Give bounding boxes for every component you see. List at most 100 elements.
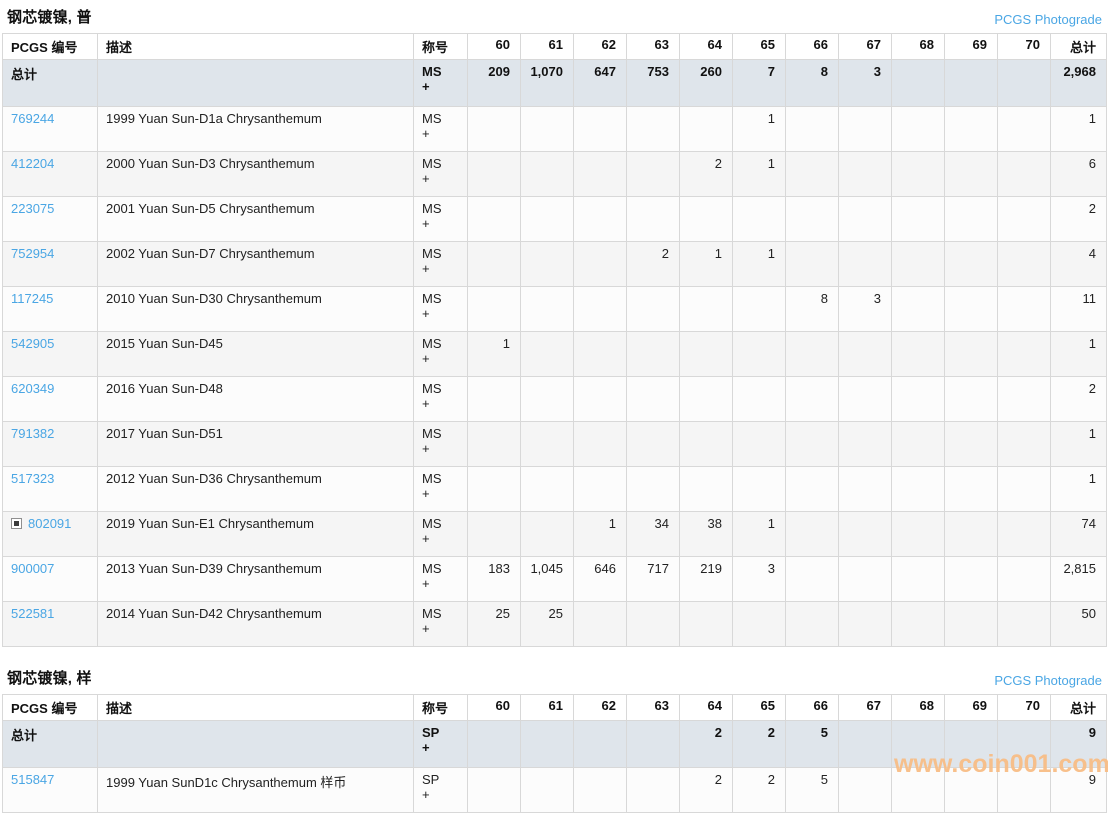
header-grade-68: 68 <box>892 695 945 721</box>
grade-cell-68 <box>892 242 945 287</box>
grade-cell-70 <box>998 242 1051 287</box>
population-table: PCGS 编号描述称号6061626364656667686970总计 总计SP… <box>2 694 1107 813</box>
grade-cell-61 <box>521 377 574 422</box>
grade-cell-70 <box>998 377 1051 422</box>
grade-cell-61 <box>521 107 574 152</box>
designation-cell: MS + <box>414 602 468 647</box>
grade-cell-70 <box>998 557 1051 602</box>
header-grade-69: 69 <box>945 34 998 60</box>
totals-description-cell <box>98 721 414 768</box>
table-row: 5429052015 Yuan Sun-D45MS +11 <box>3 332 1107 377</box>
pcgs-number-link[interactable]: 515847 <box>11 772 54 787</box>
description-cell: 2015 Yuan Sun-D45 <box>98 332 414 377</box>
grade-cell-66 <box>786 377 839 422</box>
designation-cell: MS + <box>414 287 468 332</box>
section-title: 钢芯镀镍, 普 <box>7 6 92 27</box>
grade-cell-70 <box>998 422 1051 467</box>
totals-grade-60 <box>468 721 521 768</box>
grade-cell-66 <box>786 512 839 557</box>
grade-cell-61 <box>521 242 574 287</box>
totals-grade-65: 7 <box>733 60 786 107</box>
pcgs-number-link[interactable]: 117245 <box>11 291 53 306</box>
grade-cell-60 <box>468 377 521 422</box>
grade-cell-64: 1 <box>680 242 733 287</box>
grade-cell-70 <box>998 197 1051 242</box>
grade-cell-63: 2 <box>627 242 680 287</box>
description-cell: 2013 Yuan Sun-D39 Chrysanthemum <box>98 557 414 602</box>
pcgs-number-link[interactable]: 522581 <box>11 606 54 621</box>
designation-cell: MS + <box>414 197 468 242</box>
grade-cell-70 <box>998 107 1051 152</box>
pcgs-number-cell: 620349 <box>3 377 98 422</box>
grade-cell-60 <box>468 287 521 332</box>
header-grade-64: 64 <box>680 34 733 60</box>
grade-cell-68 <box>892 152 945 197</box>
header-total: 总计 <box>1051 34 1107 60</box>
grade-cell-60: 183 <box>468 557 521 602</box>
designation-cell: MS + <box>414 557 468 602</box>
totals-grade-68 <box>892 721 945 768</box>
totals-grade-64: 2 <box>680 721 733 768</box>
header-grade-67: 67 <box>839 695 892 721</box>
photograde-link[interactable]: PCGS Photograde <box>994 673 1102 688</box>
pcgs-number-cell: 752954 <box>3 242 98 287</box>
pcgs-number-cell: 769244 <box>3 107 98 152</box>
grade-cell-69 <box>945 332 998 377</box>
section-header: 钢芯镀镍, 普 PCGS Photograde <box>2 0 1106 33</box>
grade-cell-61 <box>521 422 574 467</box>
grade-cell-60 <box>468 107 521 152</box>
pcgs-number-link[interactable]: 769244 <box>11 111 54 126</box>
section-regular: 钢芯镀镍, 普 PCGS Photograde PCGS 编号描述称号60616… <box>2 0 1106 647</box>
header-designation: 称号 <box>414 695 468 721</box>
totals-designation-cell: SP + <box>414 721 468 768</box>
grade-cell-64: 2 <box>680 152 733 197</box>
totals-row: 总计SP +2259 <box>3 721 1107 768</box>
totals-grade-69 <box>945 721 998 768</box>
pcgs-number-cell: 223075 <box>3 197 98 242</box>
grade-cell-64 <box>680 467 733 512</box>
grade-cell-63 <box>627 422 680 467</box>
expand-icon[interactable] <box>11 518 22 529</box>
grade-cell-67 <box>839 467 892 512</box>
table-row: 4122042000 Yuan Sun-D3 ChrysanthemumMS +… <box>3 152 1107 197</box>
grade-cell-69 <box>945 557 998 602</box>
grade-cell-70 <box>998 287 1051 332</box>
pcgs-number-link[interactable]: 412204 <box>11 156 54 171</box>
pcgs-number-link[interactable]: 620349 <box>11 381 54 396</box>
grade-cell-61 <box>521 197 574 242</box>
grade-cell-70 <box>998 602 1051 647</box>
grade-cell-70 <box>998 512 1051 557</box>
header-grade-61: 61 <box>521 34 574 60</box>
totals-total-cell: 9 <box>1051 721 1107 768</box>
grade-cell-61: 1,045 <box>521 557 574 602</box>
grade-cell-67: 3 <box>839 287 892 332</box>
grade-cell-63 <box>627 602 680 647</box>
grade-cell-64 <box>680 332 733 377</box>
grade-cell-65 <box>733 197 786 242</box>
totals-row: 总计MS +2091,0706477532607832,968 <box>3 60 1107 107</box>
grade-cell-65 <box>733 422 786 467</box>
header-grade-63: 63 <box>627 695 680 721</box>
grade-cell-61 <box>521 768 574 813</box>
grade-cell-69 <box>945 422 998 467</box>
totals-grade-69 <box>945 60 998 107</box>
photograde-link[interactable]: PCGS Photograde <box>994 12 1102 27</box>
totals-grade-66: 8 <box>786 60 839 107</box>
pcgs-number-link[interactable]: 542905 <box>11 336 54 351</box>
pcgs-number-link[interactable]: 791382 <box>11 426 54 441</box>
grade-cell-67 <box>839 512 892 557</box>
grade-cell-68 <box>892 422 945 467</box>
totals-grade-64: 260 <box>680 60 733 107</box>
grade-cell-64: 2 <box>680 768 733 813</box>
pcgs-number-link[interactable]: 752954 <box>11 246 54 261</box>
table-row: 7913822017 Yuan Sun-D51MS +1 <box>3 422 1107 467</box>
pcgs-number-cell: 517323 <box>3 467 98 512</box>
grade-cell-60 <box>468 152 521 197</box>
table-row: 900007 2013 Yuan Sun-D39 ChrysanthemumMS … <box>3 557 1107 602</box>
grade-cell-69 <box>945 512 998 557</box>
pcgs-number-link[interactable]: 900007 <box>11 561 54 576</box>
pcgs-number-link[interactable]: 517323 <box>11 471 54 486</box>
pcgs-number-link[interactable]: 802091 <box>28 516 71 531</box>
pcgs-number-link[interactable]: 223075 <box>11 201 54 216</box>
grade-cell-68 <box>892 377 945 422</box>
